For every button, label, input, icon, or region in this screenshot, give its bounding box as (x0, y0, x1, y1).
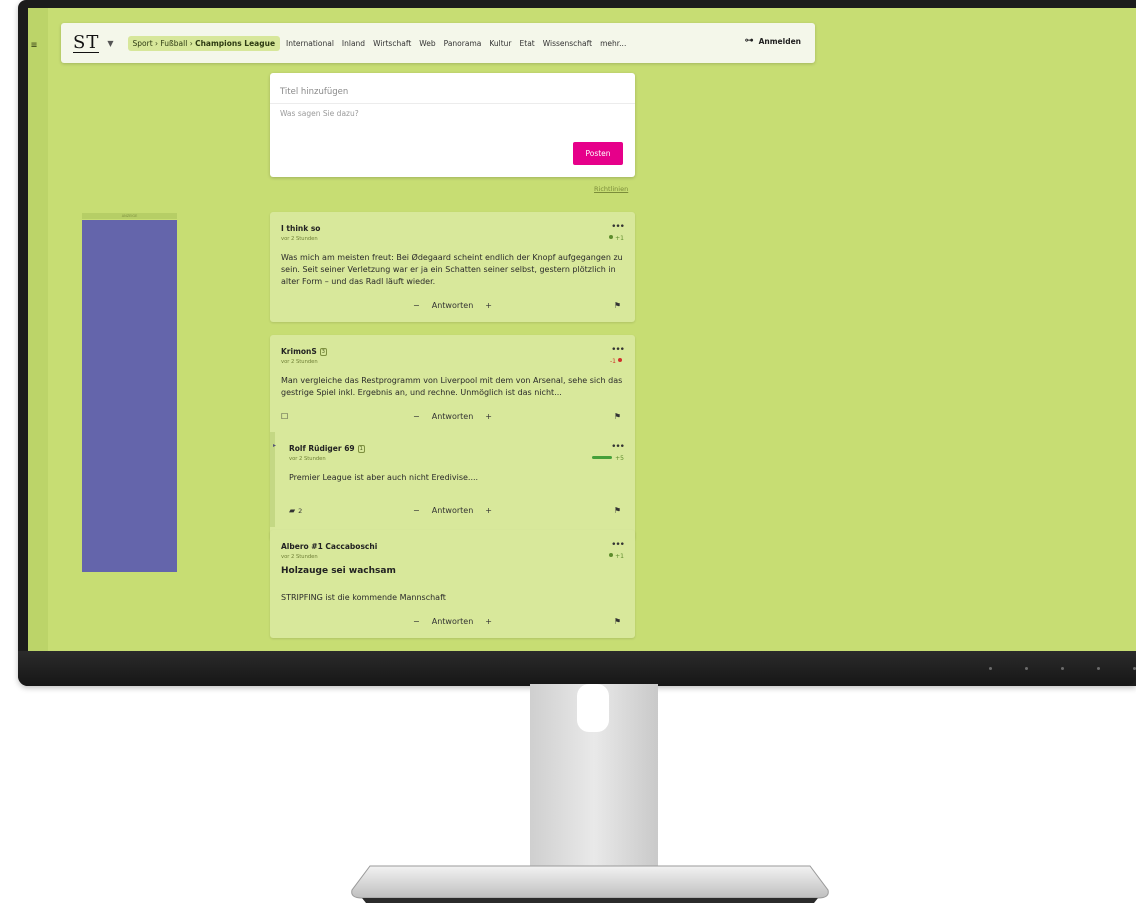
vote-reply-group: − Antworten + (413, 506, 492, 515)
comment-author[interactable]: KrimonS 3 (281, 347, 327, 356)
upvote-button[interactable]: + (485, 617, 492, 626)
more-options-icon[interactable]: ••• (611, 345, 625, 355)
nav-link-inland[interactable]: Inland (342, 39, 365, 48)
form-divider (270, 103, 635, 104)
title-input[interactable]: Titel hinzufügen (280, 87, 348, 97)
comment-author[interactable]: Rolf Rüdiger 69 1 (289, 444, 365, 453)
sidebar-toggle-icon[interactable]: ≡ (31, 40, 45, 54)
reply-button[interactable]: Antworten (432, 412, 474, 421)
flag-icon[interactable]: ⚑ (614, 506, 621, 515)
vote-reply-group: − Antworten + (413, 617, 492, 626)
upvote-button[interactable]: + (485, 412, 492, 421)
more-options-icon[interactable]: ••• (611, 222, 625, 232)
user-badge: 3 (319, 348, 327, 356)
rating-dot-icon (609, 553, 614, 557)
breadcrumb-current[interactable]: Champions League (195, 39, 275, 48)
comment-headline: Holzauge sei wachsam (281, 566, 396, 576)
reply-count: 2 (298, 507, 303, 515)
comment-form: Titel hinzufügen Was sagen Sie dazu? Pos… (270, 73, 635, 177)
left-rail: ≡ (28, 8, 48, 651)
upvote-button[interactable]: + (485, 506, 492, 515)
user-badge: 1 (357, 445, 365, 453)
downvote-button[interactable]: − (413, 412, 420, 421)
breadcrumb-path[interactable]: Sport › Fußball › (133, 39, 196, 48)
monitor-chin (18, 651, 1136, 686)
top-navigation: ST ▼ Sport › Fußball › Champions League … (61, 23, 815, 63)
more-options-icon[interactable]: ••• (611, 540, 625, 550)
nav-link-wirtschaft[interactable]: Wirtschaft (373, 39, 411, 48)
reply-button[interactable]: Antworten (432, 506, 474, 515)
post-button[interactable]: Posten (573, 142, 623, 165)
nav-link-panorama[interactable]: Panorama (444, 39, 482, 48)
nav-link-international[interactable]: International (286, 39, 334, 48)
author-name[interactable]: KrimonS (281, 347, 317, 356)
rating-value: +1 (615, 553, 624, 560)
downvote-button[interactable]: − (413, 617, 420, 626)
rating[interactable]: +1 (607, 553, 624, 560)
site-logo[interactable]: ST (73, 33, 100, 53)
rating[interactable]: +1 (607, 235, 624, 242)
key-icon: ⊶ (744, 36, 754, 46)
section-links: International Inland Wirtschaft Web Pano… (286, 39, 626, 48)
flag-icon[interactable]: ⚑ (614, 301, 621, 310)
rating-dot-icon (618, 358, 622, 362)
comment-time: vor 2 Stunden (281, 554, 318, 560)
rating-dot-icon (609, 235, 614, 239)
vote-reply-group: − Antworten + (413, 301, 492, 310)
screen: ≡ ST ▼ Sport › Fußball › Champions Leagu… (28, 8, 1136, 651)
more-options-icon[interactable]: ••• (611, 442, 625, 452)
comment-text: Premier League ist aber auch nicht Eredi… (289, 473, 479, 482)
vote-reply-group: − Antworten + (413, 412, 492, 421)
login-label: Anmelden (758, 36, 801, 46)
downvote-button[interactable]: − (413, 301, 420, 310)
downvote-button[interactable]: − (413, 506, 420, 515)
comment-card: KrimonS 3 vor 2 Stunden ••• -1 Man vergle… (270, 335, 635, 540)
rating-value: +5 (615, 455, 624, 462)
login-button[interactable]: ⊶ Anmelden (745, 36, 801, 46)
guidelines-link[interactable]: Richtlinien (594, 185, 628, 193)
nav-link-web[interactable]: Web (419, 39, 435, 48)
rating-bar (592, 456, 613, 459)
reply-card: ▸ Rolf Rüdiger 69 1 vor 2 Stunden ••• +5 … (270, 432, 635, 527)
comment-actions: ☐ − Antworten + ⚑ (270, 412, 635, 424)
comment-text: STRIPFING ist die kommende Mannschaft (281, 593, 446, 602)
comment-actions: − Antworten + ⚑ (270, 617, 635, 629)
comment-actions: ▰ 2 − Antworten + ⚑ (270, 506, 635, 518)
reply-button[interactable]: Antworten (432, 617, 474, 626)
comment-time: vor 2 Stunden (289, 456, 326, 462)
upvote-button[interactable]: + (485, 301, 492, 310)
rating-value: -1 (610, 358, 616, 365)
comment-card: Albero #1 Caccaboschi vor 2 Stunden ••• … (270, 530, 635, 638)
flag-icon[interactable]: ⚑ (614, 617, 621, 626)
comment-text: Was mich am meisten freut: Bei Ødegaard … (281, 253, 623, 286)
reply-button[interactable]: Antworten (432, 301, 474, 310)
rating[interactable]: +5 (592, 455, 624, 462)
ad-banner[interactable] (82, 220, 177, 572)
comment-author[interactable]: Albero #1 Caccaboschi (281, 542, 377, 551)
author-name[interactable]: Rolf Rüdiger 69 (289, 444, 355, 453)
nav-link-etat[interactable]: Etat (520, 39, 535, 48)
speech-bubble-icon: ▰ (289, 506, 296, 515)
comment-actions: − Antworten + ⚑ (270, 301, 635, 313)
breadcrumb[interactable]: Sport › Fußball › Champions League (127, 35, 281, 51)
rating[interactable]: -1 (610, 358, 624, 365)
replies-icon[interactable]: ☐ (281, 412, 288, 421)
nav-link-mehr[interactable]: mehr... (600, 39, 626, 48)
monitor-stand (351, 684, 829, 903)
nav-link-wissenschaft[interactable]: Wissenschaft (543, 39, 592, 48)
monitor-buttons (989, 667, 1136, 670)
replies-toggle[interactable]: ▰ 2 (289, 506, 302, 515)
chevron-down-icon[interactable]: ▼ (107, 39, 113, 48)
collapse-thread-icon[interactable]: ▸ (273, 442, 276, 449)
comment-author[interactable]: I think so (281, 224, 320, 233)
comment-time: vor 2 Stunden (281, 236, 318, 242)
comment-text: Man vergleiche das Restprogramm von Live… (281, 376, 623, 397)
rating-value: +1 (615, 235, 624, 242)
flag-icon[interactable]: ⚑ (614, 412, 621, 421)
nav-link-kultur[interactable]: Kultur (489, 39, 511, 48)
comment-card: I think so vor 2 Stunden ••• +1 Was mich… (270, 212, 635, 322)
ad-label: ANZEIGE (82, 213, 177, 219)
comment-time: vor 2 Stunden (281, 359, 318, 365)
comment-textarea[interactable]: Was sagen Sie dazu? (280, 109, 359, 118)
